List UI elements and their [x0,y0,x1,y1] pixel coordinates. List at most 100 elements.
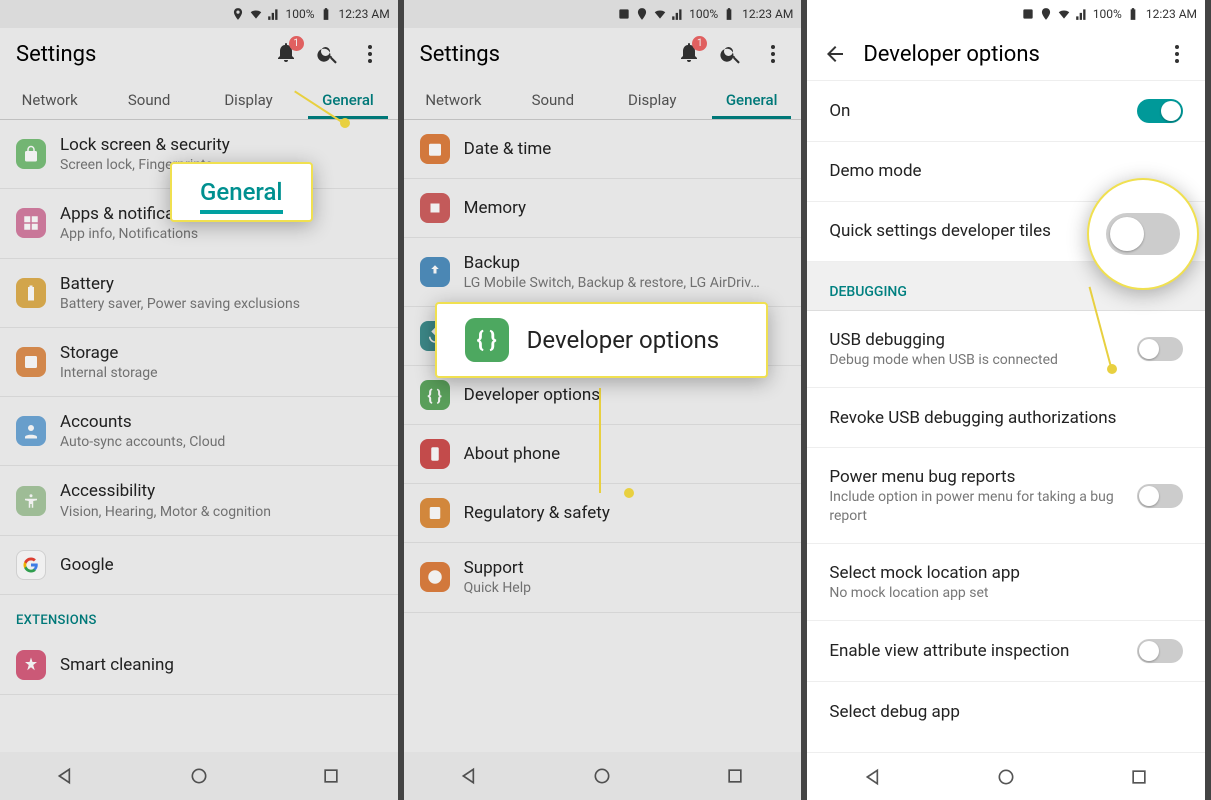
app-bar: Settings 1 [404,28,802,80]
clock: 12:23 AM [339,7,390,21]
home-nav-icon[interactable] [189,766,209,786]
support-icon: ? [420,562,450,592]
callout-general: General [170,162,313,222]
row-google[interactable]: Google [0,536,398,595]
location-icon [1039,7,1053,21]
overflow-icon[interactable] [1165,42,1189,66]
row-battery[interactable]: BatteryBattery saver, Power saving exclu… [0,259,398,328]
home-nav-icon[interactable] [996,767,1016,787]
recents-nav-icon[interactable] [725,766,745,786]
row-about[interactable]: About phone [404,425,802,484]
tab-general[interactable]: General [298,80,397,119]
tab-network[interactable]: Network [0,80,99,119]
regulatory-icon [420,498,450,528]
nav-bar [404,752,802,800]
location-icon [635,7,649,21]
cleaning-icon [16,650,46,680]
battery-icon [1126,7,1140,21]
search-icon[interactable] [719,42,743,66]
wifi-icon [1057,7,1071,21]
row-revoke-usb[interactable]: Revoke USB debugging authorizations [807,388,1205,448]
row-smart-cleaning[interactable]: Smart cleaning [0,636,398,695]
row-usb-debugging[interactable]: USB debuggingDebug mode when USB is conn… [807,311,1205,388]
nav-bar [0,752,398,800]
tab-network[interactable]: Network [404,80,503,119]
page-title: Settings [16,42,274,67]
toggle-view-attr[interactable] [1137,639,1183,663]
google-icon [16,550,46,580]
row-on[interactable]: On [807,80,1205,142]
dev-icon: { } [420,380,450,410]
app-bar: Developer options [807,28,1205,80]
settings-list: Date & time Memory BackupLG Mobile Switc… [404,120,802,752]
apps-icon [16,208,46,238]
callout-developer-options: { } Developer options [435,302,768,378]
back-nav-icon[interactable] [864,767,884,787]
battery-row-icon [16,278,46,308]
callout-switch-off [1106,213,1180,255]
tab-sound[interactable]: Sound [99,80,198,119]
tab-general[interactable]: General [702,80,801,119]
accessibility-icon [16,486,46,516]
row-memory[interactable]: Memory [404,179,802,238]
tabs: Network Sound Display General [404,80,802,120]
tab-sound[interactable]: Sound [503,80,602,119]
status-bar: 100% 12:23 AM [807,0,1205,28]
overflow-icon[interactable] [761,42,785,66]
row-support[interactable]: ?SupportQuick Help [404,543,802,612]
status-bar: 100% 12:23 AM [0,0,398,28]
row-backup[interactable]: BackupLG Mobile Switch, Backup & restore… [404,238,802,307]
overflow-icon[interactable] [358,42,382,66]
row-power-menu[interactable]: Power menu bug reportsInclude option in … [807,448,1205,543]
notifications-button[interactable]: 1 [677,40,701,68]
notif-icon [617,7,631,21]
page-title: Developer options [863,42,1165,67]
phone-1: 100% 12:23 AM Settings 1 Network Sound D… [0,0,404,800]
notifications-button[interactable]: 1 [274,40,298,68]
battery-icon [319,7,333,21]
row-select-debug-app[interactable]: Select debug app [807,682,1205,742]
tab-display[interactable]: Display [603,80,702,119]
svg-text:?: ? [432,571,437,584]
row-accounts[interactable]: AccountsAuto-sync accounts, Cloud [0,397,398,466]
dev-callout-icon: { } [465,318,509,362]
toggle-power-menu[interactable] [1137,484,1183,508]
row-mock-location[interactable]: Select mock location appNo mock location… [807,544,1205,621]
page-title: Settings [420,42,678,67]
row-view-attr[interactable]: Enable view attribute inspection [807,621,1205,682]
phone-icon [420,439,450,469]
phone-3: 100% 12:23 AM Developer options On Demo … [807,0,1211,800]
backup-icon [420,257,450,287]
signal-icon [267,7,281,21]
recents-nav-icon[interactable] [1129,767,1149,787]
toggle-on[interactable] [1137,99,1183,123]
row-regulatory[interactable]: Regulatory & safety [404,484,802,543]
back-icon[interactable] [823,42,847,66]
row-accessibility[interactable]: AccessibilityVision, Hearing, Motor & co… [0,466,398,535]
wifi-icon [653,7,667,21]
row-date-time[interactable]: Date & time [404,120,802,179]
lock-icon [16,139,46,169]
toggle-usb-debugging[interactable] [1137,337,1183,361]
tab-display[interactable]: Display [199,80,298,119]
tabs: Network Sound Display General [0,80,398,120]
recents-nav-icon[interactable] [321,766,341,786]
phone-2: 100% 12:23 AM Settings 1 Network Sound D… [404,0,808,800]
notif-icon [1021,7,1035,21]
row-storage[interactable]: StorageInternal storage [0,328,398,397]
battery-icon [722,7,736,21]
section-extensions: EXTENSIONS [0,595,398,636]
home-nav-icon[interactable] [592,766,612,786]
search-icon[interactable] [316,42,340,66]
signal-icon [671,7,685,21]
chip-icon [420,193,450,223]
back-nav-icon[interactable] [56,766,76,786]
battery-pct: 100% [285,7,314,21]
signal-icon [1075,7,1089,21]
status-bar: 100% 12:23 AM [404,0,802,28]
storage-icon [16,347,46,377]
back-nav-icon[interactable] [460,766,480,786]
nav-bar [807,752,1205,800]
wifi-icon [249,7,263,21]
accounts-icon [16,416,46,446]
